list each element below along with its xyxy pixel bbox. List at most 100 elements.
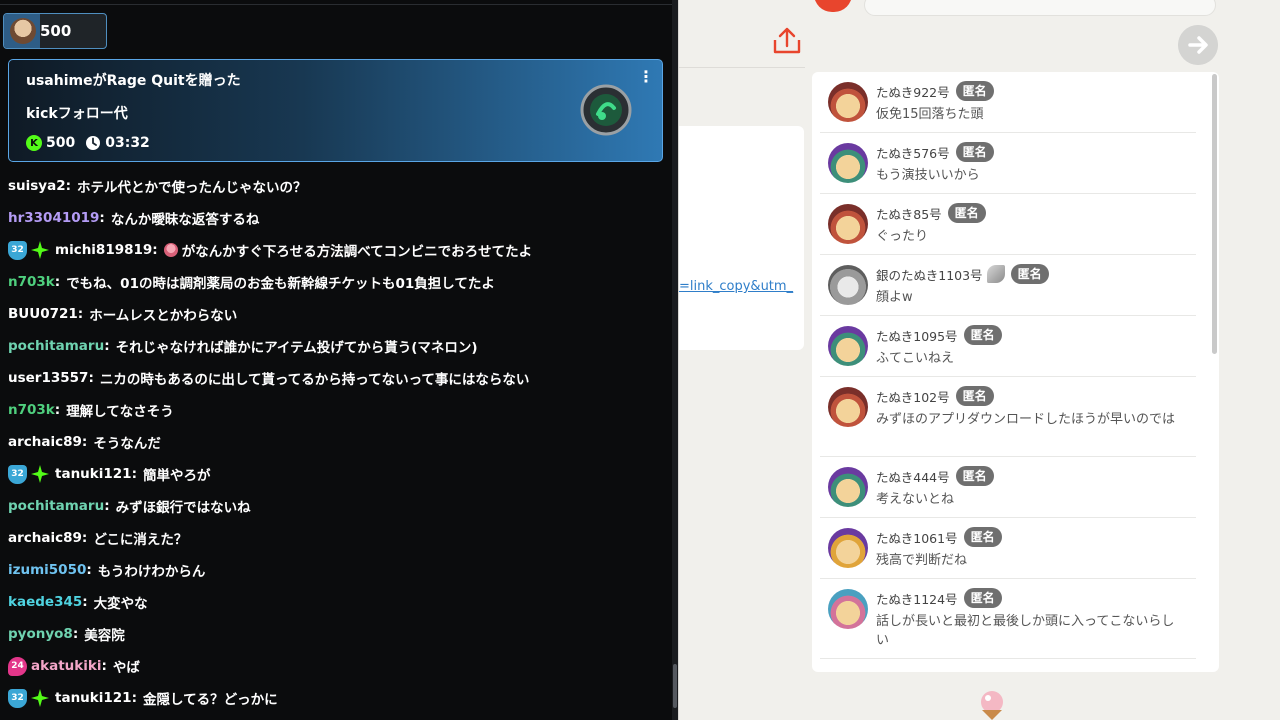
chat-username[interactable]: pochitamaru	[8, 498, 104, 514]
chat-username[interactable]: hr33041019	[8, 210, 99, 226]
comment-author: たぬき1124号 匿名	[876, 588, 1002, 608]
more-vertical-icon[interactable]: ⋮	[638, 68, 654, 86]
chat-username[interactable]: archaic89	[8, 530, 82, 546]
anonymous-tag: 匿名	[1010, 264, 1049, 284]
chat-separator: :	[54, 274, 61, 290]
balance-chip[interactable]: 500	[3, 13, 107, 49]
chat-username[interactable]: tanuki121	[55, 690, 132, 706]
avatar[interactable]	[828, 82, 868, 122]
comment-text: もう演技いいから	[876, 168, 980, 183]
subscriber-badge: 32	[8, 240, 27, 260]
anonymous-tag: 匿名	[955, 386, 994, 406]
comment-input[interactable]	[864, 0, 1216, 16]
anonymous-tag: 匿名	[955, 142, 994, 162]
chat-username[interactable]: n703k	[8, 274, 55, 290]
chat-text: どこに消えた？	[93, 532, 188, 548]
comment-text: 仮免15回落ちた頭	[876, 107, 984, 122]
chat-message: n703k: 理解してなさそう	[8, 394, 670, 426]
sparkle-badge-icon	[31, 465, 49, 483]
chat-username[interactable]: kaede345	[8, 594, 82, 610]
comment-author: たぬき102号 匿名	[876, 386, 994, 406]
chat-username[interactable]: tanuki121	[55, 466, 132, 482]
comment-author-name: たぬき102号	[876, 389, 950, 405]
comment-author-name: たぬき1124号	[876, 591, 958, 607]
chat-scrollbar-thumb[interactable]	[673, 664, 677, 708]
anonymous-tag: 匿名	[963, 588, 1002, 608]
avatar[interactable]	[828, 467, 868, 507]
chat-username[interactable]: archaic89	[8, 434, 82, 450]
chat-message: hr33041019: なんか曖昧な返答するね	[8, 202, 670, 234]
chat-username[interactable]: pochitamaru	[8, 338, 104, 354]
comment-item: たぬき576号 匿名もう演技いいから	[820, 133, 1196, 194]
chat-text: 理解してなさそう	[66, 404, 174, 420]
gift-title: usahimeがRage Quitを贈った	[26, 73, 241, 89]
chat-top-divider	[0, 4, 672, 5]
avatar[interactable]	[828, 528, 868, 568]
share-link[interactable]: =link_copy&utm_	[679, 279, 793, 294]
chat-username[interactable]: user13557	[8, 370, 88, 386]
chat-username[interactable]: BUU0721	[8, 306, 78, 322]
comment-list: たぬき922号 匿名 仮免15回落ちた頭 たぬき576号 匿名 もう演技いいから たぬき85…	[812, 72, 1204, 659]
send-arrow-icon[interactable]	[1178, 25, 1218, 65]
chat-message: suisya2: ホテル代とかで使ったんじゃないの？	[8, 170, 670, 202]
chat-separator: :	[72, 626, 79, 642]
avatar[interactable]	[828, 326, 868, 366]
anonymous-tag: 匿名	[947, 203, 986, 223]
chat-text: もうわけわからん	[97, 564, 206, 580]
chat-username[interactable]: n703k	[8, 402, 55, 418]
chat-separator: :	[104, 498, 110, 514]
subscriber-badge: 32	[8, 688, 27, 708]
comment-text: 顔よw	[876, 290, 913, 305]
chat-username[interactable]: suisya2	[8, 178, 66, 194]
chat-separator: :	[101, 658, 107, 674]
subscriber-badge: 24	[8, 656, 27, 676]
chat-username[interactable]: akatukiki	[31, 658, 101, 674]
comment-author-name: たぬき922号	[876, 84, 950, 100]
gift-message: kickフォロー代	[26, 106, 128, 122]
chat-separator: :	[104, 338, 110, 354]
header-divider	[679, 67, 805, 68]
chat-message: pochitamaru: それじゃなければ誰かにアイテム投げてから貰う(マネロン)	[8, 330, 670, 362]
comment-item: たぬき85号 匿名 ぐったり	[820, 194, 1196, 255]
anonymous-tag: 匿名	[963, 325, 1002, 345]
chat-text: 金隠してる？どっかに	[142, 692, 278, 708]
comment-author: たぬき85号 匿名	[876, 203, 986, 223]
sparkle-badge-icon	[31, 689, 49, 707]
chat-text: 簡単やろが	[142, 468, 211, 484]
record-button[interactable]	[814, 0, 852, 12]
chat-message: pyonyo8: 美容院	[8, 618, 670, 650]
avatar[interactable]	[828, 204, 868, 244]
comment-author-name: たぬき85号	[876, 206, 942, 222]
user-avatar	[10, 18, 36, 44]
chat-message: 32 tanuki121: 金隠してる？どっかに	[8, 682, 670, 714]
comment-text: 話しが長いと最初と最後しか頭に入ってこないらしい	[876, 614, 1175, 648]
avatar[interactable]	[828, 387, 868, 427]
avatar[interactable]	[828, 589, 868, 629]
chat-text: やば	[112, 660, 140, 676]
comment-author: たぬき1061号 匿名	[876, 527, 1002, 547]
gift-pinned-card[interactable]: usahimeがRage Quitを贈った kickフォロー代 K 500 03…	[8, 59, 663, 162]
share-icon[interactable]	[770, 26, 804, 56]
comment-scrollbar[interactable]	[1212, 74, 1217, 354]
gift-amount: 500	[46, 135, 76, 151]
comment-author-name: たぬき444号	[876, 469, 950, 485]
gift-time: 03:32	[105, 135, 150, 151]
chat-separator: :	[131, 466, 137, 482]
chat-message: BUU0721: ホームレスとかわらない	[8, 298, 670, 330]
avatar[interactable]	[828, 265, 868, 305]
avatar[interactable]	[828, 143, 868, 183]
chat-username[interactable]: michi819819	[55, 242, 152, 258]
chat-separator: :	[77, 306, 84, 322]
kick-coin-icon: K	[26, 135, 42, 151]
comment-text: ふてこいねえ	[876, 351, 955, 366]
comment-author: たぬき576号 匿名	[876, 142, 994, 162]
chat-separator: :	[88, 370, 94, 386]
chat-separator: :	[54, 402, 61, 418]
comment-item: たぬき922号 匿名 仮免15回落ちた頭	[820, 72, 1196, 133]
chat-message: 32 michi819819: がなんかすぐ下ろせる方法調べてコンビニでおろせてたよ	[8, 234, 670, 266]
chat-username[interactable]: pyonyo8	[8, 626, 73, 642]
chat-text: ホームレスとかわらない	[89, 308, 238, 324]
comment-text: 考えないとね	[876, 492, 955, 507]
chat-username[interactable]: izumi5050	[8, 562, 86, 578]
chat-text: そうなんだ	[93, 436, 161, 452]
